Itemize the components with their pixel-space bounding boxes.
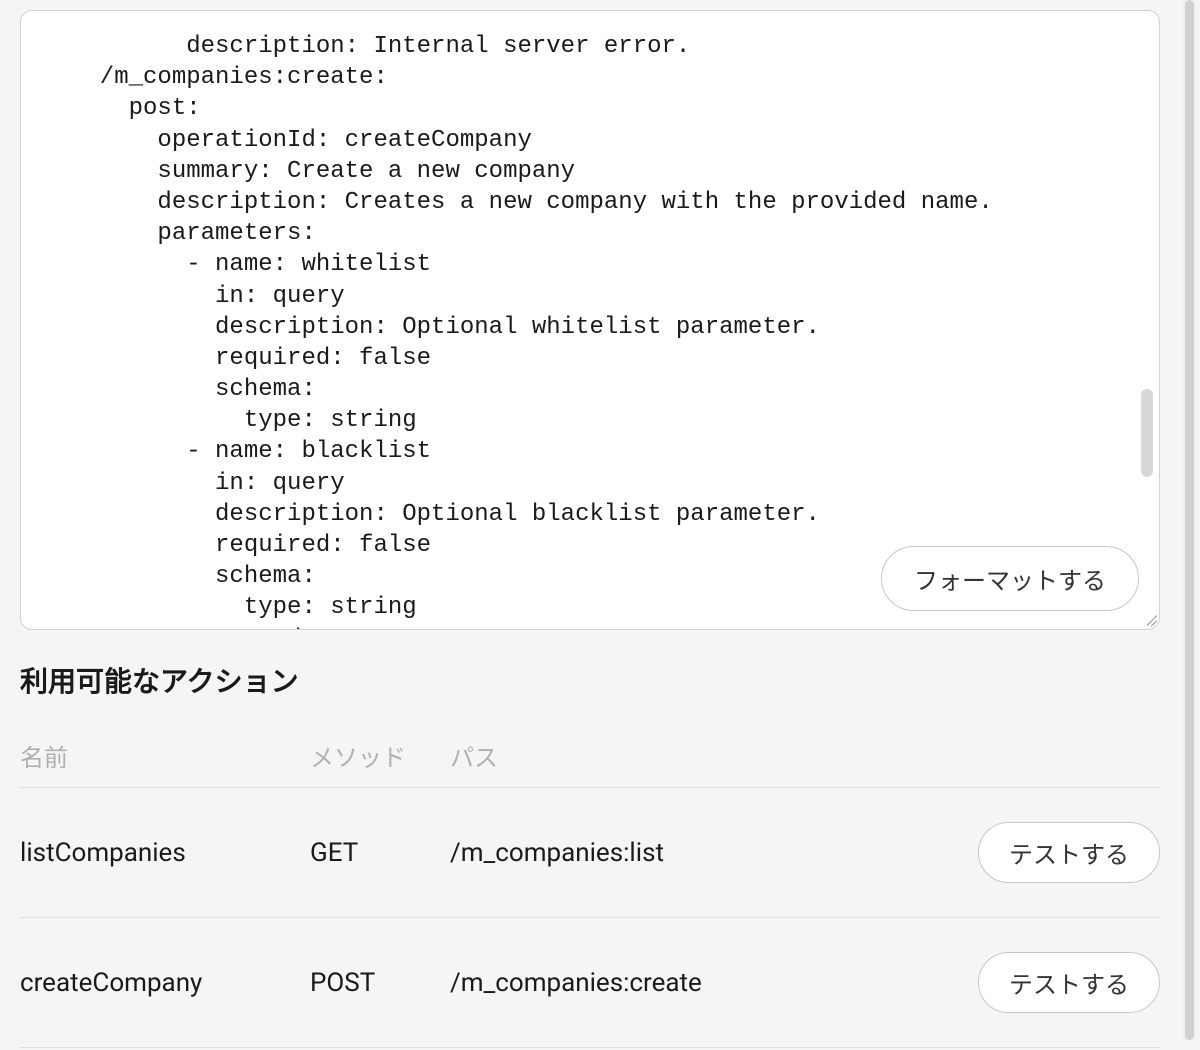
main-container: description: Internal server error. /m_c… xyxy=(10,10,1170,1048)
action-name: createCompany xyxy=(20,918,310,1048)
actions-table: 名前 メソッド パス listCompanies GET /m_companie… xyxy=(20,730,1160,1048)
editor-scrollbar-thumb[interactable] xyxy=(1141,389,1153,477)
page-scrollbar-thumb[interactable] xyxy=(1185,0,1194,1040)
test-button[interactable]: テストする xyxy=(978,952,1160,1013)
resize-handle-icon[interactable] xyxy=(1137,607,1157,627)
table-row: createCompany POST /m_companies:create テ… xyxy=(20,918,1160,1048)
format-button[interactable]: フォーマットする xyxy=(881,546,1139,611)
action-method: GET xyxy=(310,788,450,918)
action-name: listCompanies xyxy=(20,788,310,918)
page-scrollbar-track[interactable] xyxy=(1183,0,1196,1040)
col-header-name: 名前 xyxy=(20,730,310,788)
action-path: /m_companies:list xyxy=(450,788,950,918)
code-editor-panel: description: Internal server error. /m_c… xyxy=(20,10,1160,630)
action-method: POST xyxy=(310,918,450,1048)
col-header-method: メソッド xyxy=(310,730,450,788)
yaml-editor[interactable]: description: Internal server error. /m_c… xyxy=(71,31,1129,630)
table-header-row: 名前 メソッド パス xyxy=(20,730,1160,788)
action-path: /m_companies:create xyxy=(450,918,950,1048)
table-row: listCompanies GET /m_companies:list テストす… xyxy=(20,788,1160,918)
section-title: 利用可能なアクション xyxy=(20,660,1160,700)
available-actions-section: 利用可能なアクション 名前 メソッド パス listCompanies GET … xyxy=(10,640,1170,1048)
col-header-action xyxy=(950,730,1160,788)
test-button[interactable]: テストする xyxy=(978,822,1160,883)
col-header-path: パス xyxy=(450,730,950,788)
